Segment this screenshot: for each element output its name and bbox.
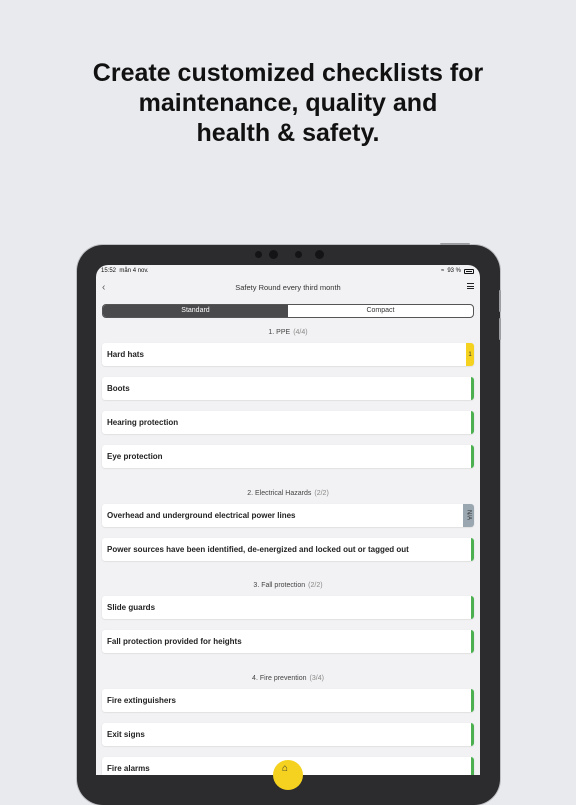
status-indicator-green — [471, 596, 474, 619]
sensor-dot — [255, 251, 262, 258]
status-indicator-green — [471, 538, 474, 561]
item-label: Fall protection provided for heights — [107, 637, 242, 646]
wifi-icon: ≈ — [441, 268, 445, 274]
item-label: Exit signs — [107, 730, 145, 739]
volume-down-button — [499, 318, 501, 340]
home-icon: ⌂ — [282, 763, 289, 774]
section-count: (2/2) — [314, 490, 329, 497]
status-indicator-green — [471, 723, 474, 746]
section-count: (3/4) — [309, 675, 324, 682]
item-label: Overhead and underground electrical powe… — [107, 511, 296, 520]
headline-line-2: maintenance, quality and — [138, 89, 438, 117]
section-header: 2. Electrical Hazards (2/2) — [96, 490, 480, 497]
item-label: Hard hats — [107, 350, 144, 359]
app-screen: 15:52 mån 4 nov. ≈ 93 % ‹ Safety Round e… — [96, 265, 480, 775]
section-title: 1. PPE — [268, 329, 291, 336]
checklist-item[interactable]: Fall protection provided for heights — [102, 630, 474, 653]
segment-compact[interactable]: Compact — [288, 305, 473, 317]
deviation-count: 1 — [468, 351, 472, 358]
status-indicator-green — [471, 445, 474, 468]
section-title: 2. Electrical Hazards — [247, 490, 312, 497]
battery-level: 93 % — [447, 268, 461, 274]
section-count: (4/4) — [293, 329, 308, 336]
item-label: Boots — [107, 384, 130, 393]
camera-lens — [315, 250, 324, 259]
checklist-item[interactable]: Eye protection — [102, 445, 474, 468]
checklist-item[interactable]: Hearing protection — [102, 411, 474, 434]
checklist-item[interactable]: Power sources have been identified, de-e… — [102, 538, 474, 561]
nav-title: Safety Round every third month — [235, 283, 341, 292]
section-title: 4. Fire prevention — [252, 675, 307, 682]
item-label: Fire extinguishers — [107, 696, 176, 705]
status-right: ≈ 93 % — [441, 268, 474, 274]
item-label: Fire alarms — [107, 764, 150, 773]
checklist-item[interactable]: Slide guards — [102, 596, 474, 619]
section-title: 3. Fall protection — [253, 582, 306, 589]
status-time: 15:52 mån 4 nov. — [101, 268, 149, 274]
headline-line-3: health & safety. — [196, 119, 380, 147]
section-count: (2/2) — [308, 582, 323, 589]
nav-bar: ‹ Safety Round every third month — [96, 280, 480, 296]
status-indicator-green — [471, 377, 474, 400]
checklist-item[interactable]: Boots — [102, 377, 474, 400]
status-bar: 15:52 mån 4 nov. ≈ 93 % — [96, 265, 480, 277]
camera-lens — [269, 250, 278, 259]
status-indicator-green — [471, 630, 474, 653]
checklist-item[interactable]: Overhead and underground electrical powe… — [102, 504, 474, 527]
checklist-item[interactable]: Fire extinguishers — [102, 689, 474, 712]
headline: Create customized checklists for mainten… — [0, 58, 576, 148]
item-label: Slide guards — [107, 603, 156, 612]
floating-action-button[interactable]: ⌂ — [273, 760, 303, 790]
na-tag: N/A — [465, 510, 472, 521]
headline-line-1: Create customized checklists for — [92, 59, 484, 87]
status-indicator-green — [471, 757, 474, 775]
view-mode-toggle: Standard Compact — [102, 304, 474, 318]
section-header: 3. Fall protection (2/2) — [96, 582, 480, 589]
status-indicator-green — [471, 689, 474, 712]
top-button — [440, 243, 470, 245]
battery-icon — [464, 268, 474, 274]
item-label: Power sources have been identified, de-e… — [107, 545, 409, 554]
section-header: 1. PPE (4/4) — [96, 329, 480, 336]
segment-standard[interactable]: Standard — [103, 305, 288, 317]
checklist-item[interactable]: Exit signs — [102, 723, 474, 746]
status-indicator-green — [471, 411, 474, 434]
volume-up-button — [499, 290, 501, 312]
sensor-dot — [295, 251, 302, 258]
checklist-item[interactable]: Hard hats 1 — [102, 343, 474, 366]
menu-icon[interactable] — [467, 283, 474, 291]
item-label: Hearing protection — [107, 418, 179, 427]
item-label: Eye protection — [107, 452, 163, 461]
section-header: 4. Fire prevention (3/4) — [96, 675, 480, 682]
